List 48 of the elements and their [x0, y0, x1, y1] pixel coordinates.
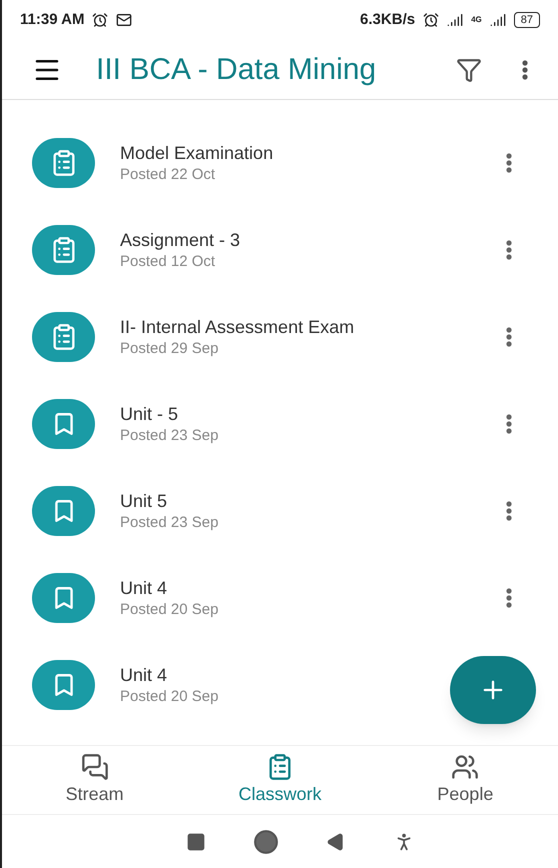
status-time: 11:39 AM	[20, 10, 84, 30]
more-options-icon	[506, 588, 512, 608]
classwork-item[interactable]: Unit 4 Posted 20 Sep	[2, 554, 558, 641]
filter-button[interactable]	[456, 56, 482, 82]
nav-tab[interactable]: Stream	[24, 752, 165, 808]
signal-icon	[447, 12, 464, 28]
filter-icon	[456, 56, 482, 82]
posted-date: Posted 22 Oct	[120, 164, 216, 184]
posted-date: Posted 29 Sep	[120, 338, 218, 358]
more-options-icon	[522, 60, 528, 80]
posted-date: Posted 12 Oct	[120, 252, 216, 272]
network-speed: 6.3KB/s	[360, 10, 416, 30]
mail-icon	[116, 12, 132, 28]
classwork-item[interactable]: Assignment - 3 Posted 12 Oct	[2, 206, 558, 293]
item-title: Unit 5	[120, 490, 168, 512]
posted-date: Posted 23 Sep	[120, 426, 218, 446]
item-title: Unit - 5	[120, 402, 178, 426]
more-options-icon	[506, 326, 512, 346]
item-title: II- Internal Assessment Exam	[120, 316, 354, 338]
nav-tab[interactable]: People	[395, 752, 536, 808]
item-title: Assignment - 3	[120, 228, 240, 252]
network-type: 4G	[471, 14, 482, 26]
more-options-button[interactable]	[522, 60, 528, 80]
class-title: III BCA - Data Mining	[96, 52, 376, 88]
posted-date: Posted 20 Sep	[120, 600, 218, 620]
battery-level: 87	[514, 12, 540, 28]
classwork-item[interactable]: Model Examination Posted 22 Oct	[2, 119, 558, 206]
more-options-icon	[506, 152, 512, 172]
item-title: Unit 4	[120, 664, 168, 686]
classwork-item[interactable]: Unit - 5 Posted 23 Sep	[2, 380, 558, 467]
posted-date: Posted 20 Sep	[120, 686, 218, 706]
item-title: Unit 4	[120, 576, 168, 600]
back-icon[interactable]	[326, 832, 346, 852]
posted-date: Posted 23 Sep	[120, 512, 218, 532]
more-options-icon	[506, 500, 512, 520]
classwork-item[interactable]: Unit 4 Posted 20 Sep	[2, 641, 558, 728]
classwork-item[interactable]: Unit 5 Posted 23 Sep	[2, 467, 558, 554]
recents-icon[interactable]	[186, 832, 206, 852]
classwork-item[interactable]: II- Internal Assessment Exam Posted 29 Sep	[2, 293, 558, 380]
more-options-icon	[506, 414, 512, 434]
chat-icon	[80, 752, 109, 780]
nav-tab[interactable]: Classwork	[210, 752, 350, 808]
home-icon[interactable]	[252, 828, 278, 854]
signal-icon	[490, 12, 506, 28]
item-title: Model Examination	[120, 142, 274, 164]
more-options-icon	[506, 240, 512, 260]
alarm-icon	[423, 12, 440, 28]
people-icon	[451, 752, 480, 780]
